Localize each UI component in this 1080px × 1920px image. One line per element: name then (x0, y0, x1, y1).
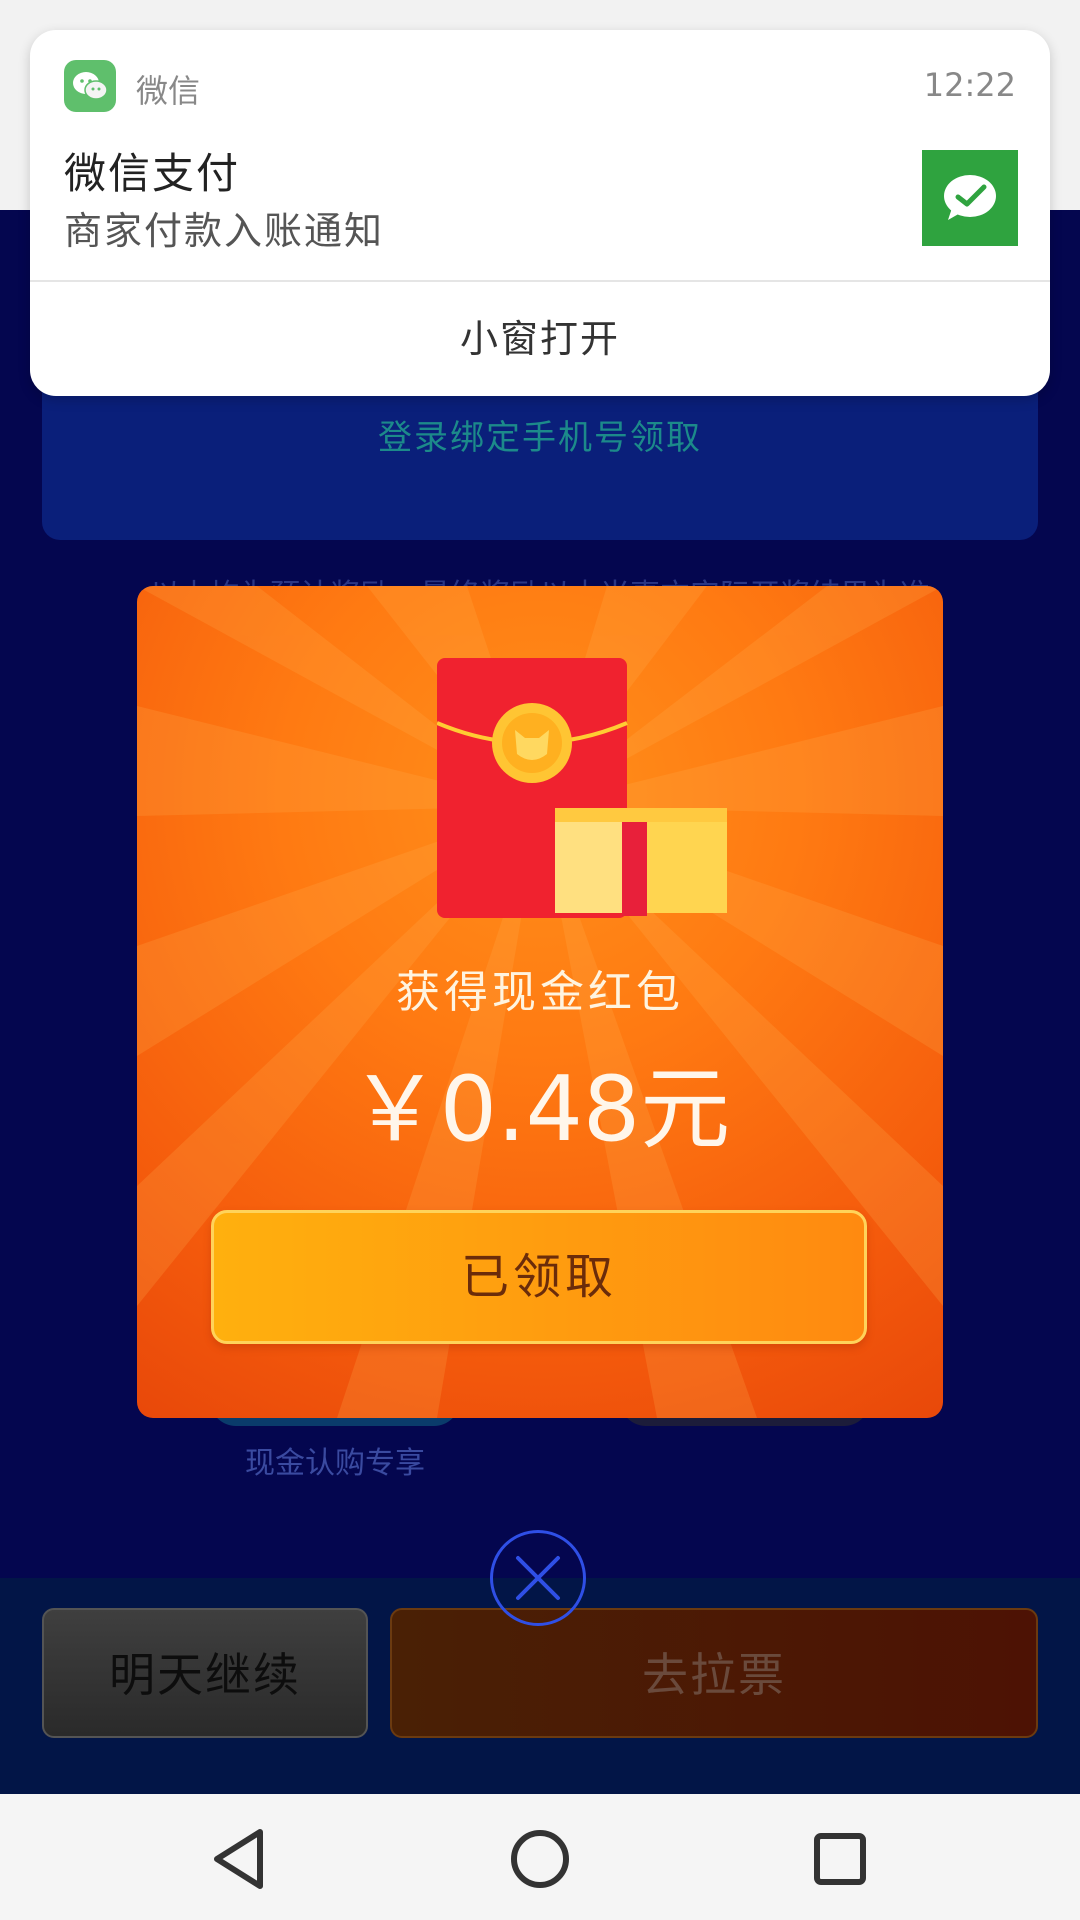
go-vote-button[interactable]: 去拉票 (390, 1608, 1038, 1738)
system-navigation-bar (0, 1794, 1080, 1920)
red-packet-title: 获得现金红包 (396, 967, 684, 1018)
open-floating-window-button[interactable]: 小窗打开 (30, 282, 1050, 396)
continue-tomorrow-button[interactable]: 明天继续 (42, 1608, 368, 1738)
bind-phone-text: 登录绑定手机号领取 (378, 418, 702, 458)
recents-icon[interactable] (805, 1824, 875, 1894)
wechat-notification[interactable]: 微信 12:22 微信支付 商家付款入账通知 小窗打开 (30, 30, 1050, 396)
home-icon[interactable] (505, 1824, 575, 1894)
red-packet-amount: ￥0.48元 (349, 1057, 731, 1162)
notification-app-name: 微信 (136, 72, 201, 110)
red-envelope-icon (437, 658, 727, 918)
close-icon (516, 1556, 560, 1600)
red-packet-modal: 获得现金红包 ￥0.48元 已领取 (137, 586, 943, 1418)
back-icon[interactable] (205, 1824, 275, 1894)
cash-subscribe-label: 现金认购专享 (245, 1446, 425, 1481)
wechat-app-icon (64, 60, 116, 112)
notification-body: 商家付款入账通知 (64, 209, 385, 253)
close-modal-button[interactable] (490, 1530, 586, 1626)
wechat-pay-icon (922, 150, 1018, 246)
claimed-button[interactable]: 已领取 (211, 1210, 867, 1344)
notification-title: 微信支付 (64, 149, 241, 198)
notification-time: 12:22 (923, 66, 1016, 104)
